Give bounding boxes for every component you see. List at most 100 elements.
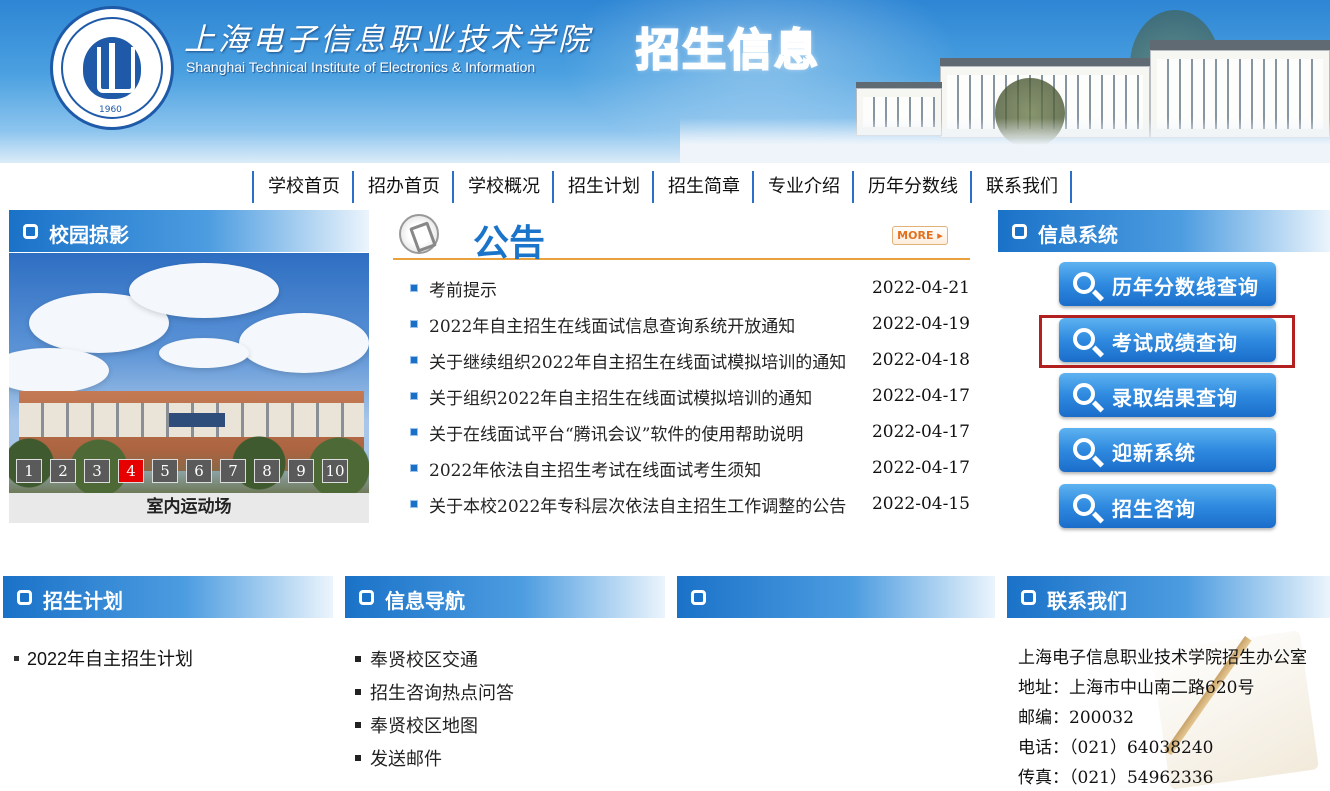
campus-photo[interactable] [9,253,369,493]
empty-section-header [677,576,995,618]
slide-button-9[interactable]: 9 [288,459,314,483]
snow-ground [680,118,1330,163]
announcement-date: 2022-04-17 [871,422,970,442]
announcement-date: 2022-04-17 [871,386,970,406]
bullet-icon [355,688,361,695]
square-bullet-icon [410,320,418,328]
bullet-icon [355,754,361,761]
slide-button-4-active[interactable]: 4 [118,459,144,483]
info-nav-list: 奉贤校区交通 招生咨询热点问答 奉贤校区地图 发送邮件 [355,642,514,774]
announcement-list: 考前提示 2022-04-21 2022年自主招生在线面试信息查询系统开放通知 … [410,270,970,522]
section-bullet-icon [23,224,38,239]
past-scores-query-button[interactable]: 历年分数线查询 [1059,262,1276,306]
plan-list: 2022年自主招生计划 [14,645,193,671]
cloud [129,263,279,318]
list-item: 关于在线面试平台“腾讯会议”软件的使用帮助说明 2022-04-17 [410,414,970,450]
main-nav: 学校首页 招办首页 学校概况 招生计划 招生简章 专业介绍 历年分数线 联系我们 [252,171,1072,203]
campus-section-header: 校园掠影 [9,210,369,252]
info-nav-link[interactable]: 奉贤校区交通 [370,646,478,672]
slide-button-2[interactable]: 2 [50,459,76,483]
square-bullet-icon [410,464,418,472]
admission-consult-button[interactable]: 招生咨询 [1059,484,1276,528]
slide-button-10[interactable]: 10 [322,459,348,483]
search-icon [1073,494,1095,516]
announcement-link[interactable]: 关于组织2022年自主招生在线面试模拟培训的通知 [429,384,812,409]
highlight-box [1039,315,1295,368]
slide-button-3[interactable]: 3 [84,459,110,483]
logo-emblem-icon [83,37,141,99]
announcement-link[interactable]: 关于本校2022年专科层次依法自主招生工作调整的公告 [429,492,846,517]
slide-button-8[interactable]: 8 [254,459,280,483]
info-nav-section-title: 信息导航 [385,589,465,613]
nav-item-admissions-home[interactable]: 招办首页 [352,171,452,203]
button-label: 招生咨询 [1112,497,1196,521]
announcement-link[interactable]: 2022年依法自主招生考试在线面试考生须知 [429,456,761,481]
contact-address: 地址：上海市中山南二路620号 [1018,678,1255,698]
slide-button-6[interactable]: 6 [186,459,212,483]
gym-sign [169,413,225,427]
more-button[interactable]: MORE ▸ [892,226,948,245]
announcement-header: 公告 MORE ▸ [393,210,970,264]
nav-item-majors[interactable]: 专业介绍 [752,171,852,203]
info-nav-link[interactable]: 奉贤校区地图 [370,712,478,738]
school-logo[interactable]: 1960 [50,6,174,130]
list-item[interactable]: 奉贤校区交通 [355,642,514,675]
announcement-title: 公告 [473,223,546,264]
square-bullet-icon [410,284,418,292]
slide-button-5[interactable]: 5 [152,459,178,483]
cloud [9,348,109,393]
list-item[interactable]: 奉贤校区地图 [355,708,514,741]
list-item[interactable]: 2022年自主招生计划 [14,645,193,671]
nav-item-contact[interactable]: 联系我们 [970,171,1072,203]
contact-section-header: 联系我们 [1007,576,1330,618]
bullet-icon [14,655,19,661]
section-bullet-icon [691,590,706,605]
announcement-date: 2022-04-15 [871,494,970,514]
search-icon [1073,438,1095,460]
slide-button-1[interactable]: 1 [16,459,42,483]
cloud [239,313,369,373]
button-label: 录取结果查询 [1112,386,1238,410]
satellite-dish-icon [399,214,439,254]
welcome-system-button[interactable]: 迎新系统 [1059,428,1276,472]
announcement-date: 2022-04-21 [871,278,970,298]
contact-info: 上海电子信息职业技术学院招生办公室 地址：上海市中山南二路620号 邮编：200… [1018,645,1330,791]
list-item[interactable]: 招生咨询热点问答 [355,675,514,708]
info-nav-link[interactable]: 发送邮件 [370,745,442,771]
square-bullet-icon [410,428,418,436]
banner-title: 招生信息 [635,24,820,77]
nav-item-brochure[interactable]: 招生简章 [652,171,752,203]
list-item: 关于组织2022年自主招生在线面试模拟培训的通知 2022-04-17 [410,378,970,414]
list-item[interactable]: 发送邮件 [355,741,514,774]
section-bullet-icon [359,590,374,605]
nav-item-past-scores[interactable]: 历年分数线 [852,171,970,203]
square-bullet-icon [410,392,418,400]
nav-item-school-home[interactable]: 学校首页 [252,171,352,203]
list-item: 2022年依法自主招生考试在线面试考生须知 2022-04-17 [410,450,970,486]
search-icon [1073,383,1095,405]
announcement-date: 2022-04-18 [871,350,970,370]
logo-year: 1960 [99,105,122,115]
announcement-link[interactable]: 考前提示 [429,276,497,301]
slide-button-7[interactable]: 7 [220,459,246,483]
school-name-cn: 上海电子信息职业技术学院 [184,22,592,58]
info-system-header: 信息系统 [998,210,1330,252]
announcement-link[interactable]: 2022年自主招生在线面试信息查询系统开放通知 [429,312,795,337]
plan-link[interactable]: 2022年自主招生计划 [27,645,193,671]
plan-section-header: 招生计划 [3,576,333,618]
nav-item-school-overview[interactable]: 学校概况 [452,171,552,203]
announcement-date: 2022-04-17 [871,458,970,478]
bullet-icon [355,655,361,662]
campus-section-title: 校园掠影 [49,223,129,247]
square-bullet-icon [410,500,418,508]
contact-postcode: 邮编：200032 [1018,708,1134,728]
admission-result-query-button[interactable]: 录取结果查询 [1059,373,1276,417]
info-system-title: 信息系统 [1038,223,1118,247]
announcement-link[interactable]: 关于继续组织2022年自主招生在线面试模拟培训的通知 [429,348,846,373]
bullet-icon [355,721,361,728]
nav-item-enrollment-plan[interactable]: 招生计划 [552,171,652,203]
info-nav-section-header: 信息导航 [345,576,665,618]
info-nav-link[interactable]: 招生咨询热点问答 [370,679,514,705]
school-name-en: Shanghai Technical Institute of Electron… [186,59,536,75]
announcement-link[interactable]: 关于在线面试平台“腾讯会议”软件的使用帮助说明 [429,420,803,445]
